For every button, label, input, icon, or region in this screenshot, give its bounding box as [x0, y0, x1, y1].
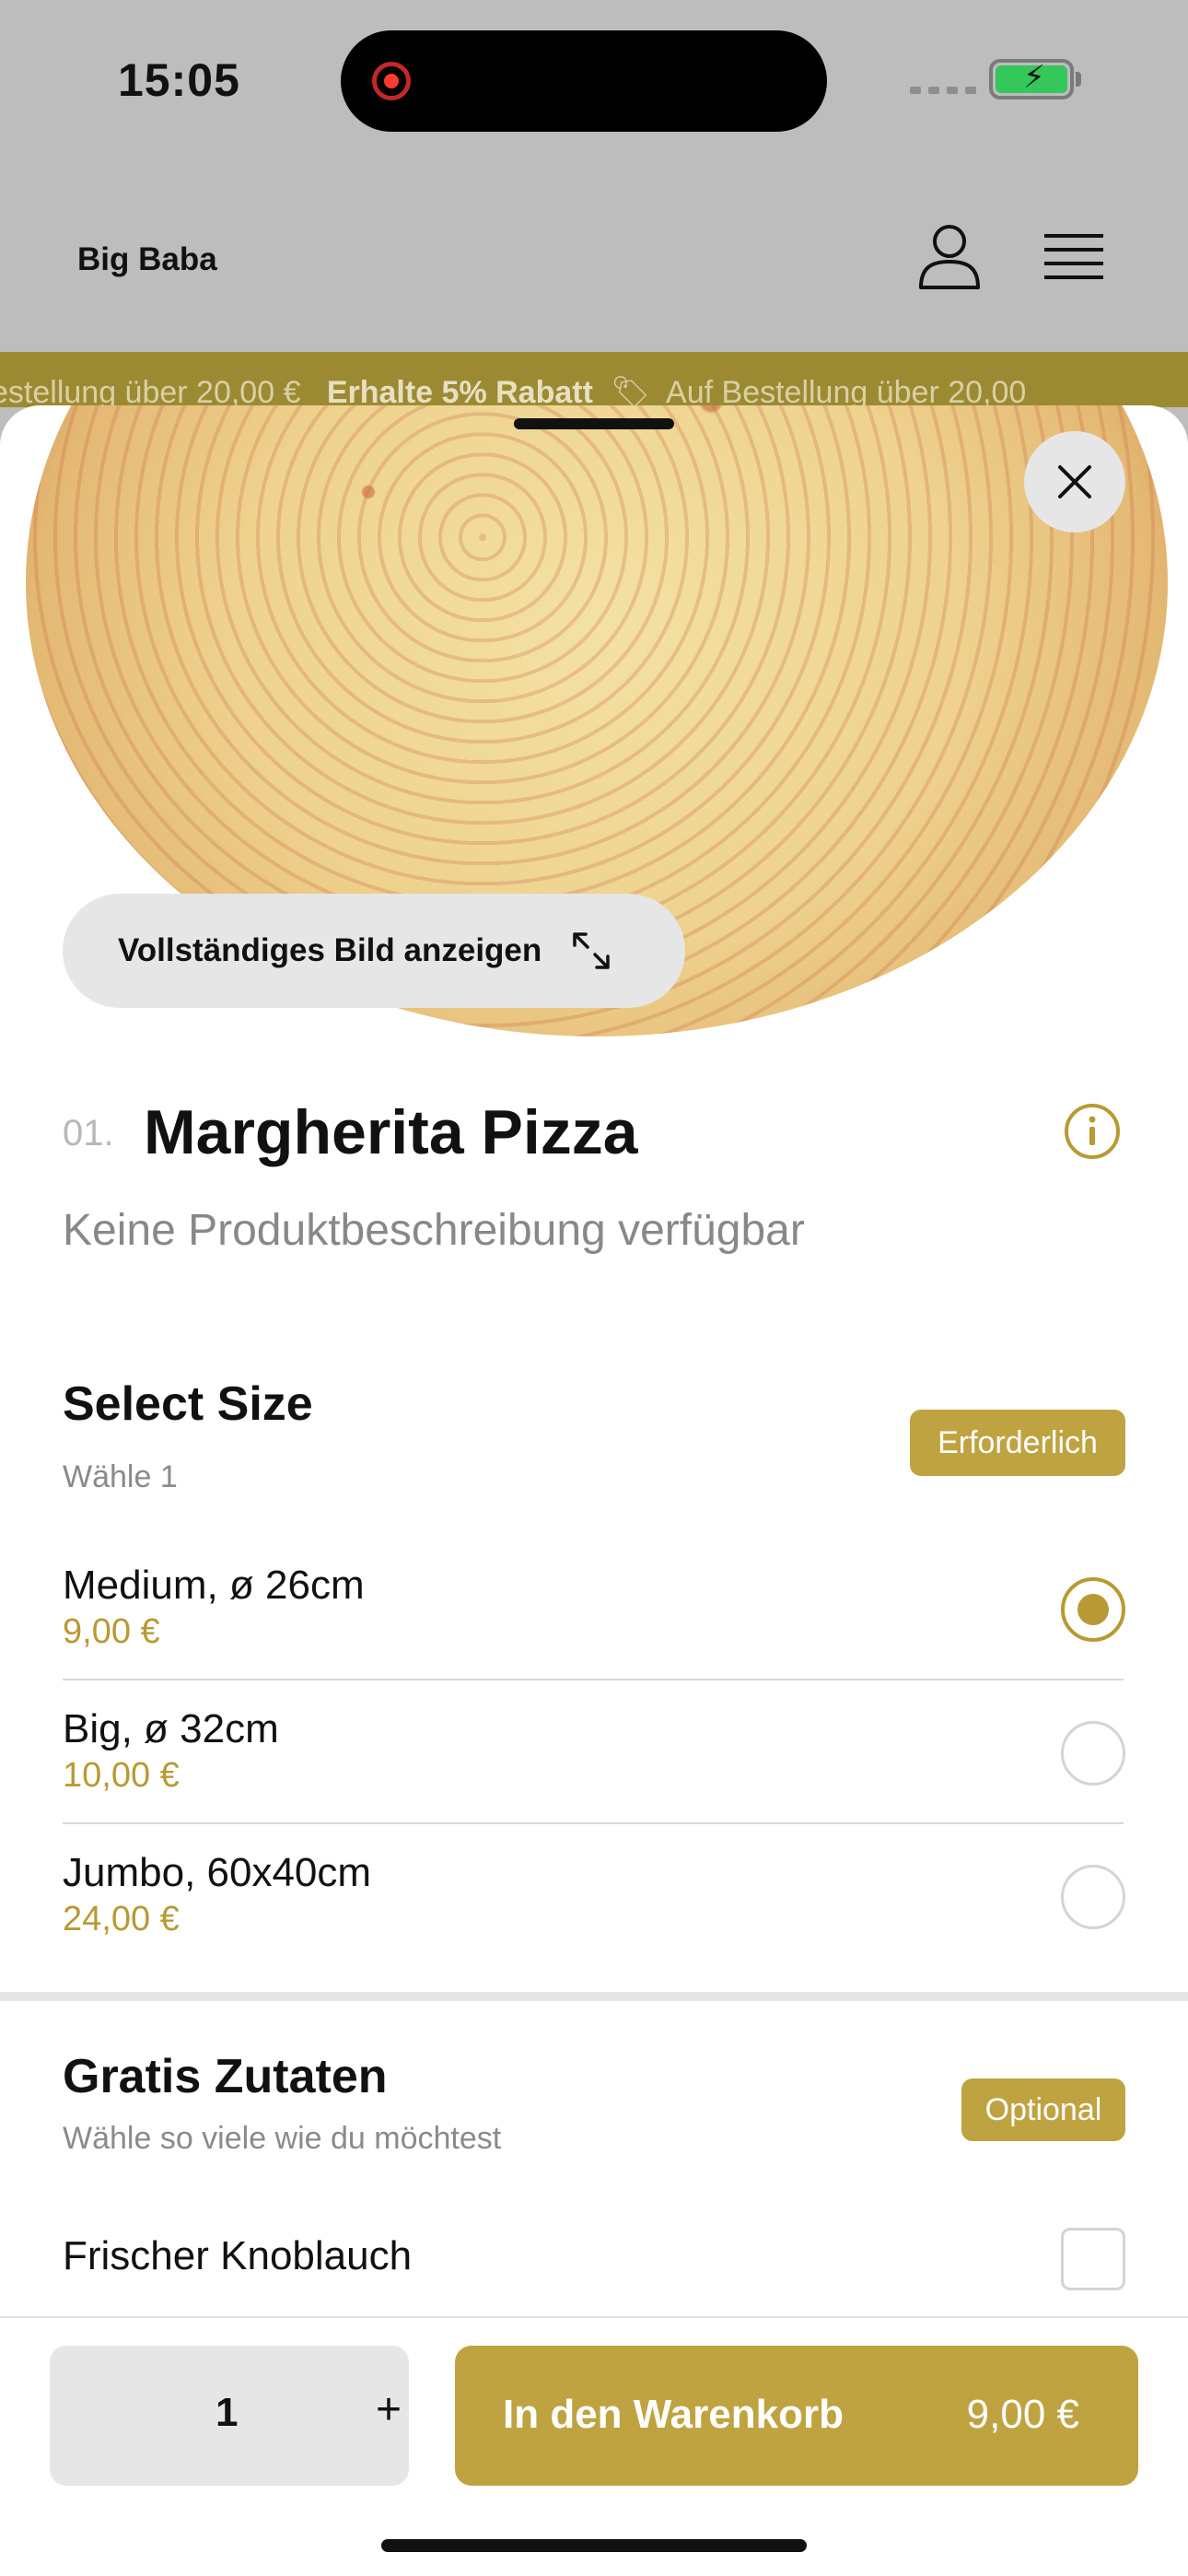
promo-highlight: Erhalte 5% Rabatt	[326, 375, 593, 407]
option-price: 24,00 €	[63, 1900, 180, 1938]
add-to-cart-price: 9,00 €	[966, 2392, 1079, 2437]
product-description: Keine Produktbeschreibung verfügbar	[63, 1206, 805, 1255]
show-full-image-label: Vollständiges Bild anzeigen	[118, 932, 542, 968]
user-account-icon[interactable]	[917, 223, 982, 289]
option-divider	[63, 1679, 1124, 1680]
size-section-subtitle: Wähle 1	[63, 1459, 178, 1494]
quantity-value: 1	[215, 2390, 239, 2435]
product-number: 01.	[63, 1113, 114, 1153]
radio-jumbo[interactable]	[1061, 1865, 1125, 1929]
size-section-title: Select Size	[63, 1377, 313, 1431]
option-name: Medium, ø 26cm	[63, 1563, 365, 1608]
info-icon[interactable]	[1063, 1102, 1122, 1161]
size-option-jumbo[interactable]: Jumbo, 60x40cm 24,00 €	[63, 1850, 1124, 1939]
battery-tip	[1076, 72, 1081, 87]
battery-icon: ⚡	[989, 59, 1074, 100]
size-option-medium[interactable]: Medium, ø 26cm 9,00 €	[63, 1563, 1124, 1652]
hamburger-menu-icon[interactable]	[1044, 234, 1103, 284]
close-button[interactable]	[1024, 431, 1125, 533]
add-to-cart-button[interactable]: In den Warenkorb 9,00 €	[455, 2346, 1138, 2486]
dynamic-island	[341, 30, 827, 132]
required-badge: Erforderlich	[910, 1410, 1125, 1476]
section-separator	[0, 1992, 1188, 2001]
show-full-image-button[interactable]: Vollständiges Bild anzeigen	[63, 894, 685, 1008]
promo-suffix: Auf Bestellung über 20,00	[666, 375, 1027, 407]
product-sheet: Vollständiges Bild anzeigen 01. Margheri…	[0, 405, 1188, 2576]
extra-item-name: Frischer Knoblauch	[63, 2233, 413, 2278]
cellular-signal-icon	[910, 87, 976, 94]
increment-button[interactable]: +	[376, 2384, 402, 2435]
extra-item-garlic[interactable]: Frischer Knoblauch	[63, 2233, 1124, 2279]
promo-prefix: estellung über 20,00 €	[0, 375, 301, 407]
home-indicator[interactable]	[381, 2539, 807, 2552]
option-price: 10,00 €	[63, 1756, 180, 1795]
option-name: Jumbo, 60x40cm	[63, 1850, 372, 1895]
size-option-big[interactable]: Big, ø 32cm 10,00 €	[63, 1706, 1124, 1796]
option-price: 9,00 €	[63, 1612, 160, 1651]
extras-section-title: Gratis Zutaten	[63, 2050, 388, 2103]
optional-badge: Optional	[961, 2078, 1125, 2141]
sheet-grabber[interactable]	[514, 418, 674, 429]
promo-banner: estellung über 20,00 € Erhalte 5% Rabatt…	[0, 352, 1188, 407]
option-name: Big, ø 32cm	[63, 1706, 279, 1751]
recording-indicator-icon	[372, 62, 411, 100]
extras-section-subtitle: Wähle so viele wie du möchtest	[63, 2121, 502, 2156]
status-time: 15:05	[118, 54, 240, 106]
checkbox-garlic[interactable]	[1061, 2228, 1125, 2290]
brand-name[interactable]: Big Baba	[77, 241, 217, 278]
add-to-cart-label: In den Warenkorb	[503, 2392, 844, 2437]
radio-big[interactable]	[1061, 1721, 1125, 1786]
tag-icon: 🏷	[610, 375, 650, 407]
radio-medium[interactable]	[1061, 1577, 1125, 1642]
expand-icon	[573, 932, 611, 969]
quantity-stepper[interactable]: 1 +	[50, 2346, 409, 2486]
cart-footer: 1 + In den Warenkorb 9,00 €	[0, 2316, 1188, 2576]
product-title: Margherita Pizza	[144, 1097, 638, 1167]
close-icon	[1058, 465, 1091, 498]
option-divider	[63, 1822, 1124, 1824]
